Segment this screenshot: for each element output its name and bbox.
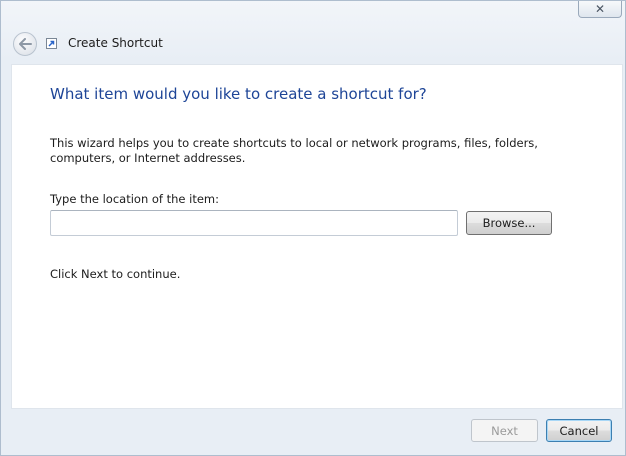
browse-button[interactable]: Browse... — [466, 211, 552, 235]
page-heading: What item would you like to create a sho… — [50, 85, 427, 103]
wizard-content: What item would you like to create a sho… — [11, 64, 623, 409]
next-button[interactable]: Next — [471, 419, 538, 442]
close-button[interactable]: ✕ — [578, 1, 622, 18]
wizard-description: This wizard helps you to create shortcut… — [50, 136, 538, 165]
back-button[interactable] — [13, 32, 37, 56]
location-label: Type the location of the item: — [50, 192, 220, 206]
cancel-button[interactable]: Cancel — [546, 419, 612, 442]
create-shortcut-window: ✕ Create Shortcut What item would you li… — [0, 0, 626, 456]
shortcut-arrow-icon — [46, 38, 57, 49]
close-icon: ✕ — [594, 2, 606, 16]
continue-text: Click Next to continue. — [50, 267, 181, 281]
window-title: Create Shortcut — [68, 36, 163, 50]
location-input[interactable] — [50, 210, 458, 236]
back-arrow-icon — [19, 38, 32, 50]
